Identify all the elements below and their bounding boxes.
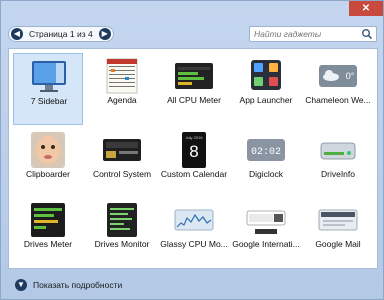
weather-icon: 0° (319, 65, 357, 87)
drives-meter-icon (31, 203, 65, 237)
gadget-tile-google-mail[interactable]: Google Mail (303, 197, 373, 269)
pager: ◀ Страница 1 из 4 ▶ (8, 26, 114, 42)
gadget-tile-chameleon-weather[interactable]: 0° Chameleon We... (303, 53, 373, 125)
toolbar: ◀ Страница 1 из 4 ▶ (1, 23, 384, 45)
gadget-label: Digiclock (248, 169, 283, 179)
gadget-tile-all-cpu-meter[interactable]: All CPU Meter (159, 53, 229, 125)
gadget-gallery-window: ✕ ◀ Страница 1 из 4 ▶ 7 Sidebar (0, 0, 384, 300)
next-page-button[interactable]: ▶ (98, 28, 111, 40)
prev-page-button[interactable]: ◀ (11, 28, 23, 40)
clock-panel-icon (103, 139, 141, 161)
baby-face-icon (31, 132, 65, 168)
app-launcher-icon (251, 60, 281, 90)
gadget-tile-7-sidebar[interactable]: 7 Sidebar (13, 53, 83, 125)
gadget-grid: 7 Sidebar Agenda All CPU Meter App Launc… (8, 48, 378, 269)
gadget-tile-clipboarder[interactable]: Clipboarder (13, 127, 83, 199)
weather-temp: 0° (346, 71, 355, 81)
gadget-tile-agenda[interactable]: Agenda (87, 53, 157, 125)
gadget-tile-driveinfo[interactable]: DriveInfo (303, 127, 373, 199)
mail-icon (318, 209, 358, 231)
drives-monitor-icon (107, 203, 137, 237)
google-search-icon (246, 210, 286, 234)
show-details-toggle[interactable]: ▼ Показать подробности (15, 279, 122, 291)
search-icon[interactable] (361, 28, 373, 40)
calendar-month: July 2016 (185, 135, 203, 140)
gadget-label: Custom Calendar (160, 169, 228, 179)
gadget-tile-drives-meter[interactable]: Drives Meter (13, 197, 83, 269)
digital-clock-icon: 02:02 (247, 139, 285, 161)
cpu-meter-icon (175, 63, 213, 89)
gadget-tile-drives-monitor[interactable]: Drives Monitor (87, 197, 157, 269)
calendar-grid-icon (106, 58, 138, 94)
gadget-label: DriveInfo (320, 169, 355, 179)
gadget-label: Clipboarder (26, 169, 70, 179)
hard-drive-icon (320, 142, 356, 160)
gadget-label: Control System (92, 169, 152, 179)
cpu-graph-icon (174, 209, 214, 231)
gadget-tile-app-launcher[interactable]: App Launcher (231, 53, 301, 125)
gadget-label: App Launcher (239, 95, 293, 105)
sidebar-monitor-icon (32, 61, 66, 92)
calendar-page-icon: July 2016 8 (182, 132, 206, 168)
calendar-day: 8 (189, 142, 198, 161)
gadget-tile-control-system[interactable]: Control System (87, 127, 157, 199)
gadget-tile-custom-calendar[interactable]: July 2016 8 Custom Calendar (159, 127, 229, 199)
search-input[interactable] (250, 27, 358, 41)
gadget-label: Glassy CPU Mo... (160, 239, 228, 249)
footer: ▼ Показать подробности (1, 273, 384, 299)
gadget-label: 7 Sidebar (30, 96, 68, 106)
clock-time: 02:02 (251, 147, 281, 158)
page-indicator: Страница 1 из 4 (29, 29, 93, 39)
gadget-label: Google Internati... (232, 239, 300, 249)
gadget-label: Agenda (107, 95, 137, 105)
search-box[interactable] (249, 26, 377, 42)
gadget-label: All CPU Meter (167, 95, 221, 105)
show-details-label: Показать подробности (33, 280, 123, 290)
gadget-tile-google-international[interactable]: Google Internati... (231, 197, 301, 269)
close-button[interactable]: ✕ (349, 1, 383, 16)
gadget-label: Google Mail (315, 239, 361, 249)
gadget-label: Chameleon We... (305, 95, 371, 105)
chevron-down-icon[interactable]: ▼ (15, 279, 27, 291)
gadget-tile-digiclock[interactable]: 02:02 Digiclock (231, 127, 301, 199)
gadget-label: Drives Monitor (94, 239, 150, 249)
gadget-tile-glassy-cpu-monitor[interactable]: Glassy CPU Mo... (159, 197, 229, 269)
gadget-label: Drives Meter (23, 239, 73, 249)
